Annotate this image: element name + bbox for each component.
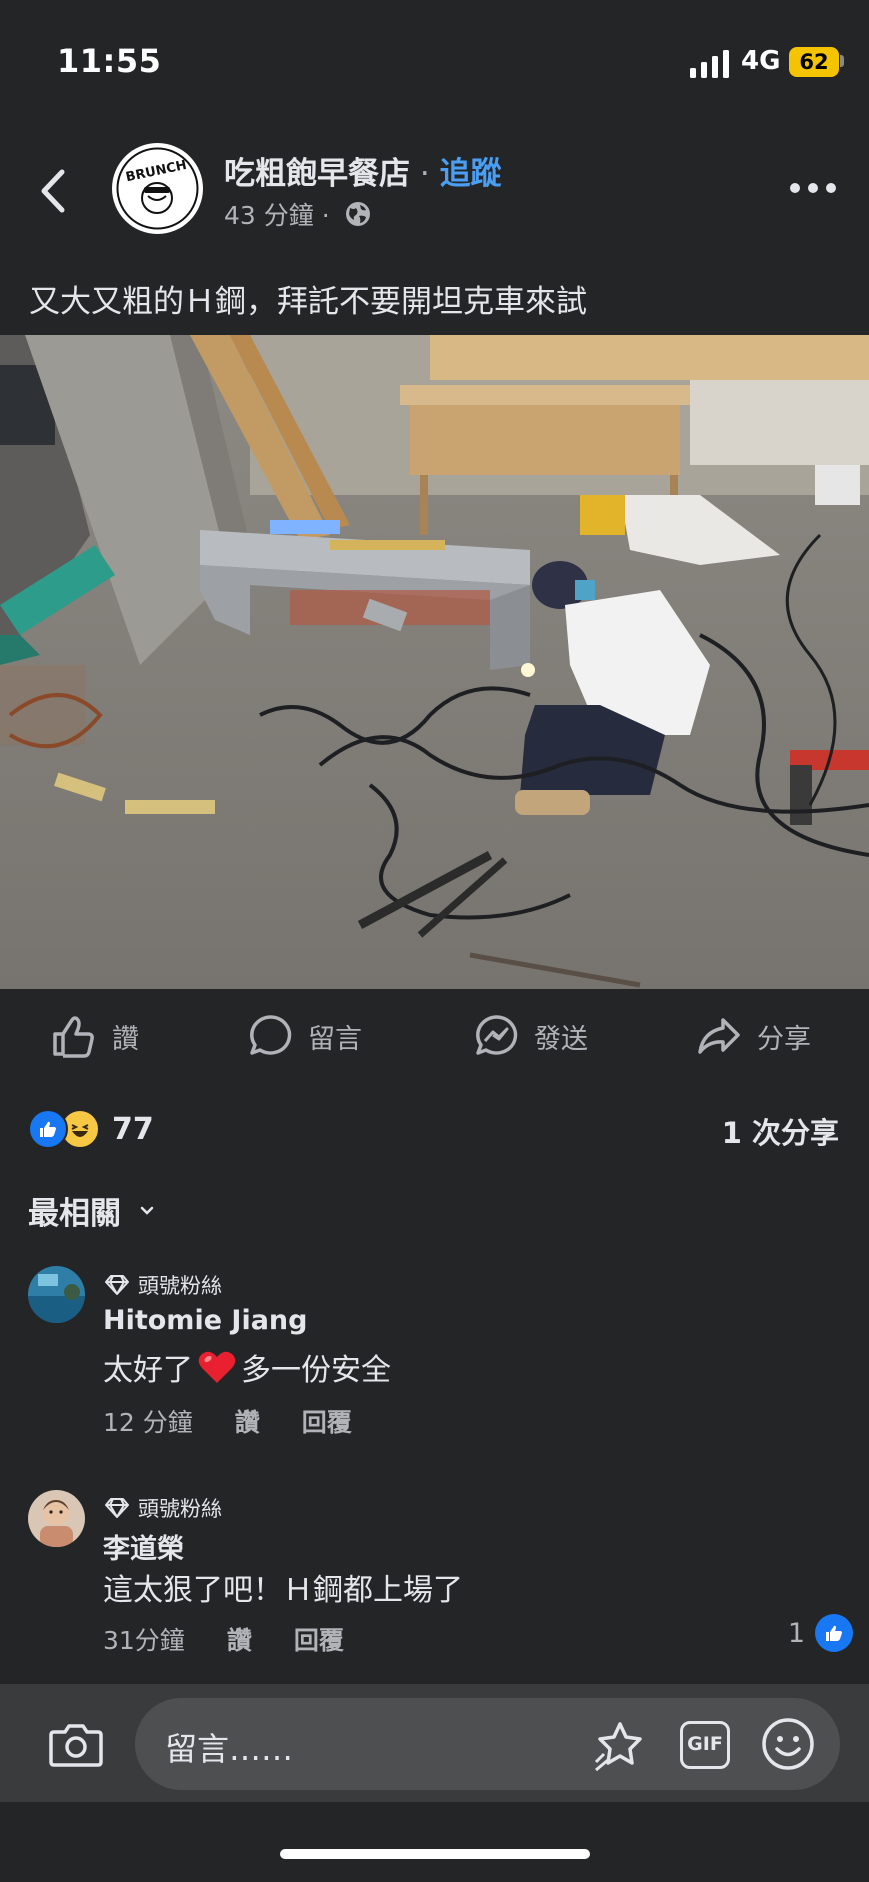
status-time: 11:55 [57,42,162,80]
comment-reaction-count[interactable]: 1 [788,1614,853,1652]
send-label: 發送 [534,1023,588,1055]
comment-label: 留言 [308,1023,362,1055]
comment-meta: 31分鐘 讚 回覆 [103,1621,344,1657]
diamond-icon [105,1275,129,1295]
top-fan-badge: 頭號粉絲 [104,1270,222,1300]
badge-label: 頭號粉絲 [138,1497,222,1521]
comment-button[interactable]: 留言 [246,1008,362,1064]
share-arrow-icon [698,1018,740,1054]
battery-tip [840,55,844,67]
emoji-smiley-icon[interactable] [760,1716,816,1772]
post-text: 又大又粗的Ｈ鋼，拜託不要開坦克車來試 [29,284,587,320]
post-header-title: 吃粗飽早餐店 · 追蹤 [224,148,502,193]
red-heart-icon [198,1351,236,1383]
share-count[interactable]: 1 次分享 [722,1110,839,1152]
svg-text:BRUNCH: BRUNCH [124,158,188,186]
like-label: 讚 [112,1023,139,1055]
brunch-logo-icon: BRUNCH [116,147,199,230]
like-reaction-icon [28,1109,68,1149]
avatar-photo [28,1266,85,1323]
comment-like-link[interactable]: 讚 [235,1403,260,1439]
post-photo[interactable] [0,335,869,989]
share-label: 分享 [757,1023,811,1055]
sticker-star-icon[interactable] [590,1718,646,1774]
comment-sort-dropdown[interactable]: 最相關 [28,1188,155,1233]
meta-separator: · [313,201,330,230]
badge-label: 頭號粉絲 [138,1274,222,1298]
diamond-icon [105,1498,129,1518]
sort-label: 最相關 [28,1196,121,1232]
commenter-name[interactable]: 李道榮 [103,1527,184,1566]
battery-level: 62 [789,47,839,77]
comment-bubble-icon [250,1015,292,1055]
header-separator: · [410,156,440,192]
home-indicator[interactable] [280,1849,590,1859]
signal-strength-icon [690,50,729,78]
comment-text: 這太狠了吧！Ｈ鋼都上場了 [103,1573,463,1608]
commenter-name[interactable]: Hitomie Jiang [103,1305,307,1336]
chevron-down-icon [140,1206,154,1215]
top-fan-badge: 頭號粉絲 [104,1493,222,1523]
comment-meta: 12 分鐘 讚 回覆 [103,1403,352,1439]
send-button[interactable]: 發送 [472,1008,588,1064]
follow-button[interactable]: 追蹤 [440,156,502,192]
comment-like-link[interactable]: 讚 [227,1621,252,1657]
comment-time[interactable]: 31分鐘 [103,1621,185,1657]
thumbs-up-icon [53,1016,94,1058]
globe-icon [345,202,370,226]
page-avatar[interactable]: BRUNCH [112,143,203,234]
network-type: 4G [741,46,781,76]
messenger-icon [476,1015,518,1055]
welding-scene-image [0,335,869,989]
more-options-icon[interactable] [788,180,838,196]
share-button[interactable]: 分享 [695,1008,811,1064]
avatar-photo [28,1490,85,1547]
comment-text: 太好了 多一份安全 [103,1345,391,1389]
comment-like-count: 1 [787,1617,805,1649]
comment-input-placeholder: 留言…… [165,1730,294,1768]
like-button[interactable]: 讚 [50,1008,139,1064]
page-name[interactable]: 吃粗飽早餐店 [224,156,410,192]
commenter-avatar[interactable] [28,1266,85,1323]
comment-reply-link[interactable]: 回覆 [294,1621,344,1657]
comment-time[interactable]: 12 分鐘 [103,1403,193,1439]
commenter-avatar[interactable] [28,1490,85,1547]
reaction-summary[interactable]: 77 [28,1109,154,1149]
gif-button[interactable]: GIF [680,1721,730,1769]
reaction-count: 77 [112,1111,154,1147]
post-meta: 43 分鐘 · [224,196,372,232]
comment-reply-link[interactable]: 回覆 [302,1403,352,1439]
post-time[interactable]: 43 分鐘 [224,201,314,230]
comment-text-before: 太好了 [103,1353,193,1388]
like-reaction-icon [815,1614,853,1652]
comment-text-after: 多一份安全 [241,1353,391,1388]
camera-icon[interactable] [48,1720,104,1768]
back-arrow-icon[interactable] [34,166,74,216]
